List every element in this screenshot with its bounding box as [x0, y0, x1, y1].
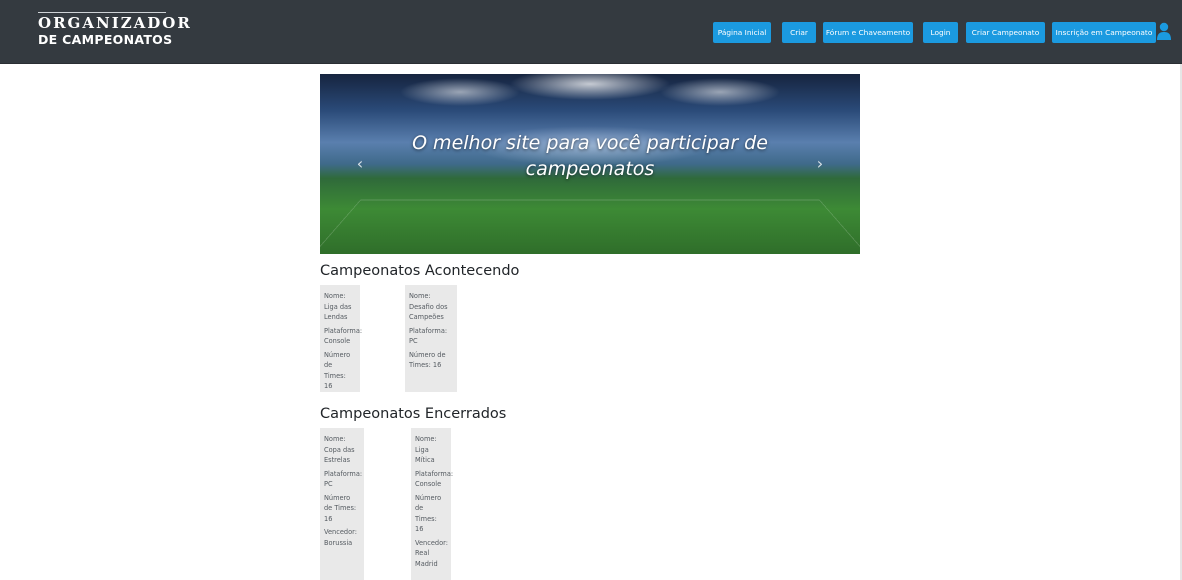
- ongoing-section-title: Campeonatos Acontecendo: [320, 263, 520, 279]
- card-platform: Plataforma: Console: [324, 326, 363, 346]
- championship-registration-button[interactable]: Inscrição em Campeonato: [1052, 22, 1156, 43]
- card-platform: Plataforma: PC: [324, 469, 363, 489]
- card-teams: Número de Times: 16: [324, 350, 351, 391]
- chevron-right-icon[interactable]: ›: [812, 154, 828, 174]
- card-winner: Vencedor: Real Madrid: [415, 538, 448, 568]
- card-name: Nome: Copa das Estrelas: [324, 435, 355, 464]
- championship-card[interactable]: Nome: Liga Mítica Plataforma: Console Nú…: [411, 428, 454, 580]
- home-button[interactable]: Página Inicial: [713, 22, 771, 43]
- card-teams: Número de Times: 16: [415, 493, 442, 534]
- card-name: Nome: Liga Mítica: [415, 435, 437, 464]
- create-button[interactable]: Criar: [782, 22, 816, 43]
- card-teams: Número de Times: 16: [409, 350, 446, 370]
- hero-carousel: O melhor site para você participar de ca…: [320, 74, 860, 254]
- brand-logo[interactable]: ORGANIZADOR DE CAMPEONATOS: [38, 12, 192, 47]
- championship-card[interactable]: Nome: Desafio dos Campeões Plataforma: P…: [405, 285, 457, 392]
- pitch-lines: [320, 199, 860, 251]
- user-icon[interactable]: [1157, 22, 1171, 40]
- carousel-caption: O melhor site para você participar de ca…: [412, 132, 768, 180]
- login-button[interactable]: Login: [923, 22, 958, 43]
- brand-line-2: DE CAMPEONATOS: [38, 32, 173, 47]
- top-navbar: ORGANIZADOR DE CAMPEONATOS Página Inicia…: [0, 0, 1182, 64]
- championship-card[interactable]: Nome: Copa das Estrelas Plataforma: PC N…: [320, 428, 364, 580]
- forum-bracket-button[interactable]: Fórum e Chaveamento: [823, 22, 913, 43]
- chevron-left-icon[interactable]: ‹: [352, 154, 368, 174]
- card-name: Nome: Liga das Lendas: [324, 292, 352, 321]
- card-name: Nome: Desafio dos Campeões: [409, 292, 448, 321]
- ended-section-title: Campeonatos Encerrados: [320, 406, 507, 422]
- card-platform: Plataforma: PC: [409, 326, 448, 346]
- card-teams: Número de Times: 16: [324, 493, 357, 523]
- card-winner: Vencedor: Borussia: [324, 528, 357, 547]
- create-championship-button[interactable]: Criar Campeonato: [966, 22, 1045, 43]
- championship-card[interactable]: Nome: Liga das Lendas Plataforma: Consol…: [320, 285, 363, 392]
- brand-line-1: ORGANIZADOR: [38, 12, 192, 32]
- card-platform: Plataforma: Console: [415, 469, 454, 489]
